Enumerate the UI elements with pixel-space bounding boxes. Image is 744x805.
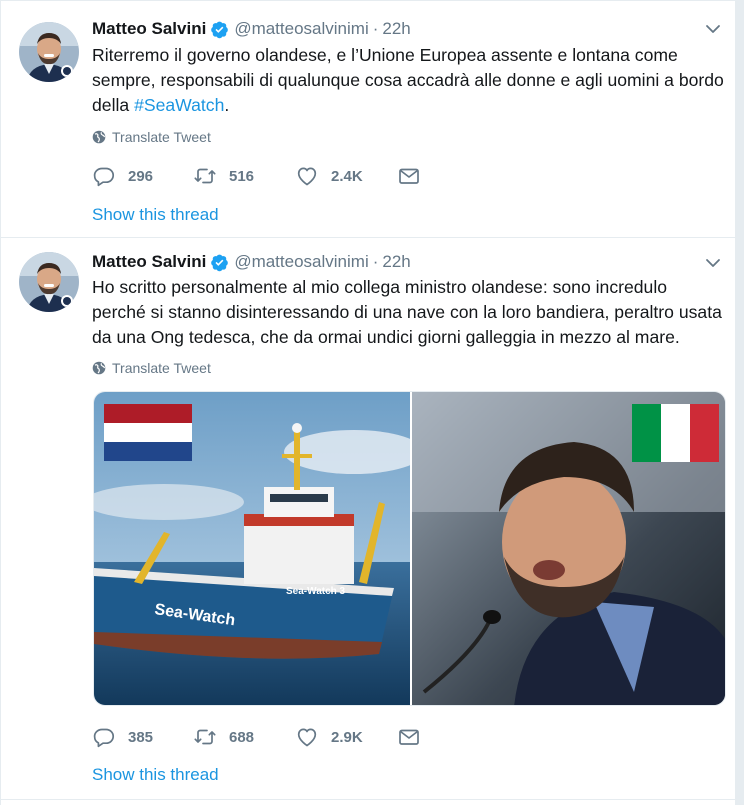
- timestamp[interactable]: 22h: [382, 252, 410, 272]
- translate-tweet-link[interactable]: Translate Tweet: [92, 129, 211, 145]
- like-button[interactable]: 2.9K: [295, 725, 397, 749]
- ship-bridge-text: Sea-Watch 3: [286, 586, 346, 597]
- retweet-button[interactable]: 688: [193, 725, 295, 749]
- tweet-text-end: .: [224, 95, 230, 115]
- direct-message-button[interactable]: [397, 725, 433, 749]
- direct-message-icon: [399, 168, 419, 184]
- globe-icon: [92, 130, 106, 144]
- direct-message-button[interactable]: [397, 164, 433, 188]
- hashtag-link[interactable]: #SeaWatch: [134, 95, 224, 115]
- reply-count: 385: [128, 728, 154, 746]
- reply-button[interactable]: 296: [92, 164, 193, 188]
- ship-photo: Sea-Watch Sea-Watch 3: [94, 392, 424, 705]
- retweet-icon: [194, 168, 216, 184]
- avatar[interactable]: [19, 22, 79, 82]
- italy-flag: [632, 404, 719, 462]
- verified-badge-icon: [210, 20, 229, 39]
- chevron-down-icon[interactable]: [703, 19, 723, 39]
- tweet[interactable]: Matteo Salvini @matteosalvinimi · 22h Ho…: [1, 238, 737, 800]
- author-handle[interactable]: @matteosalvinimi: [234, 252, 368, 272]
- translate-label: Translate Tweet: [112, 360, 211, 376]
- tweet-actions: 385 688 2.9K: [92, 725, 433, 749]
- author-handle[interactable]: @matteosalvinimi: [234, 19, 368, 39]
- verified-badge-icon: [210, 253, 229, 272]
- like-icon: [297, 167, 317, 186]
- like-count: 2.4K: [331, 167, 363, 185]
- reply-count: 296: [128, 167, 154, 185]
- tweet-actions: 296 516 2.4K: [92, 164, 433, 188]
- direct-message-icon: [399, 729, 419, 745]
- like-button[interactable]: 2.4K: [295, 164, 397, 188]
- tweet-text: Riterremo il governo olandese, e l’Union…: [92, 43, 725, 118]
- tweet-text: Ho scritto personalmente al mio collega …: [92, 277, 722, 347]
- like-icon: [297, 728, 317, 747]
- separator: ·: [372, 19, 379, 38]
- tweet-header: Matteo Salvini @matteosalvinimi · 22h: [92, 250, 723, 274]
- show-thread-link[interactable]: Show this thread: [92, 205, 219, 225]
- separator: ·: [372, 252, 379, 271]
- show-thread-link[interactable]: Show this thread: [92, 765, 219, 785]
- retweet-button[interactable]: 516: [193, 164, 295, 188]
- retweet-count: 516: [229, 167, 255, 185]
- retweet-count: 688: [229, 728, 255, 746]
- netherlands-flag: [104, 404, 192, 461]
- globe-icon: [92, 361, 106, 375]
- timestamp[interactable]: 22h: [382, 19, 410, 39]
- tweet-header: Matteo Salvini @matteosalvinimi · 22h: [92, 17, 723, 41]
- timeline: Matteo Salvini @matteosalvinimi · 22h Ri…: [0, 0, 737, 805]
- translate-tweet-link[interactable]: Translate Tweet: [92, 360, 211, 376]
- speaker-photo: [411, 392, 725, 705]
- reply-icon: [93, 167, 115, 187]
- translate-label: Translate Tweet: [112, 129, 211, 145]
- author-name[interactable]: Matteo Salvini: [92, 19, 206, 39]
- retweet-icon: [194, 729, 216, 745]
- tweet[interactable]: Matteo Salvini @matteosalvinimi · 22h Ri…: [1, 0, 737, 238]
- reply-button[interactable]: 385: [92, 725, 193, 749]
- author-name[interactable]: Matteo Salvini: [92, 252, 206, 272]
- like-count: 2.9K: [331, 728, 363, 746]
- tweet-media[interactable]: Sea-Watch Sea-Watch 3: [93, 391, 726, 706]
- reply-icon: [93, 728, 115, 748]
- chevron-down-icon[interactable]: [703, 253, 723, 273]
- avatar[interactable]: [19, 252, 79, 312]
